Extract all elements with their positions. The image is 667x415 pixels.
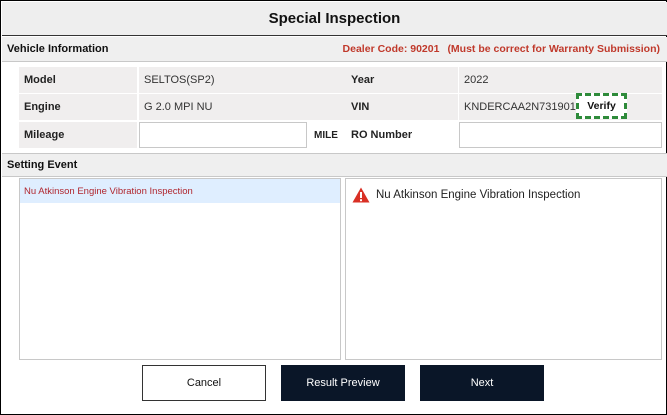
vin-input[interactable]: KNDERCAA2N7319015 — [459, 94, 662, 120]
dealer-code-label: Dealer Code: 90201 — [342, 43, 440, 55]
ro-number-label: RO Number — [346, 122, 458, 148]
engine-label: Engine — [19, 94, 137, 120]
engine-value: G 2.0 MPI NU — [139, 94, 351, 120]
event-list-panel: Nu Atkinson Engine Vibration Inspection — [19, 178, 341, 360]
mileage-unit: MILE — [309, 122, 343, 148]
year-label: Year — [346, 67, 458, 93]
vin-label: VIN — [346, 94, 458, 120]
setting-event-header: Setting Event — [2, 153, 667, 177]
mileage-input[interactable] — [139, 122, 307, 148]
next-button[interactable]: Next — [420, 365, 544, 401]
event-detail-header: Nu Atkinson Engine Vibration Inspection — [352, 187, 580, 203]
event-detail-title: Nu Atkinson Engine Vibration Inspection — [376, 189, 581, 201]
setting-event-label: Setting Event — [7, 159, 78, 171]
dealer-code-text: Dealer Code: 90201 (Must be correct for … — [343, 43, 660, 55]
model-year-row: Model SELTOS(SP2) Year 2022 — [19, 67, 662, 93]
model-label: Model — [19, 67, 137, 93]
mileage-ro-row: Mileage MILE RO Number — [19, 122, 662, 148]
ro-number-input[interactable] — [459, 122, 662, 148]
vehicle-info-label: Vehicle Information — [7, 43, 109, 55]
model-value: SELTOS(SP2) — [139, 67, 351, 93]
result-preview-button[interactable]: Result Preview — [281, 365, 405, 401]
dealer-note: (Must be correct for Warranty Submission… — [447, 43, 660, 55]
warning-triangle-icon — [352, 187, 370, 203]
event-list-item-selected[interactable]: Nu Atkinson Engine Vibration Inspection — [20, 179, 340, 203]
window-title: Special Inspection — [2, 2, 667, 36]
mileage-label: Mileage — [19, 122, 137, 148]
vehicle-info-header: Vehicle Information Dealer Code: 90201 (… — [2, 37, 667, 62]
year-value: 2022 — [459, 67, 662, 93]
verify-button[interactable]: Verify — [576, 93, 627, 119]
cancel-button[interactable]: Cancel — [142, 365, 266, 401]
event-detail-panel: Nu Atkinson Engine Vibration Inspection — [345, 178, 662, 360]
window-title-text: Special Inspection — [268, 10, 401, 27]
special-inspection-window: Special Inspection Vehicle Information D… — [0, 0, 667, 415]
engine-vin-row: Engine G 2.0 MPI NU VIN KNDERCAA2N731901… — [19, 93, 662, 120]
